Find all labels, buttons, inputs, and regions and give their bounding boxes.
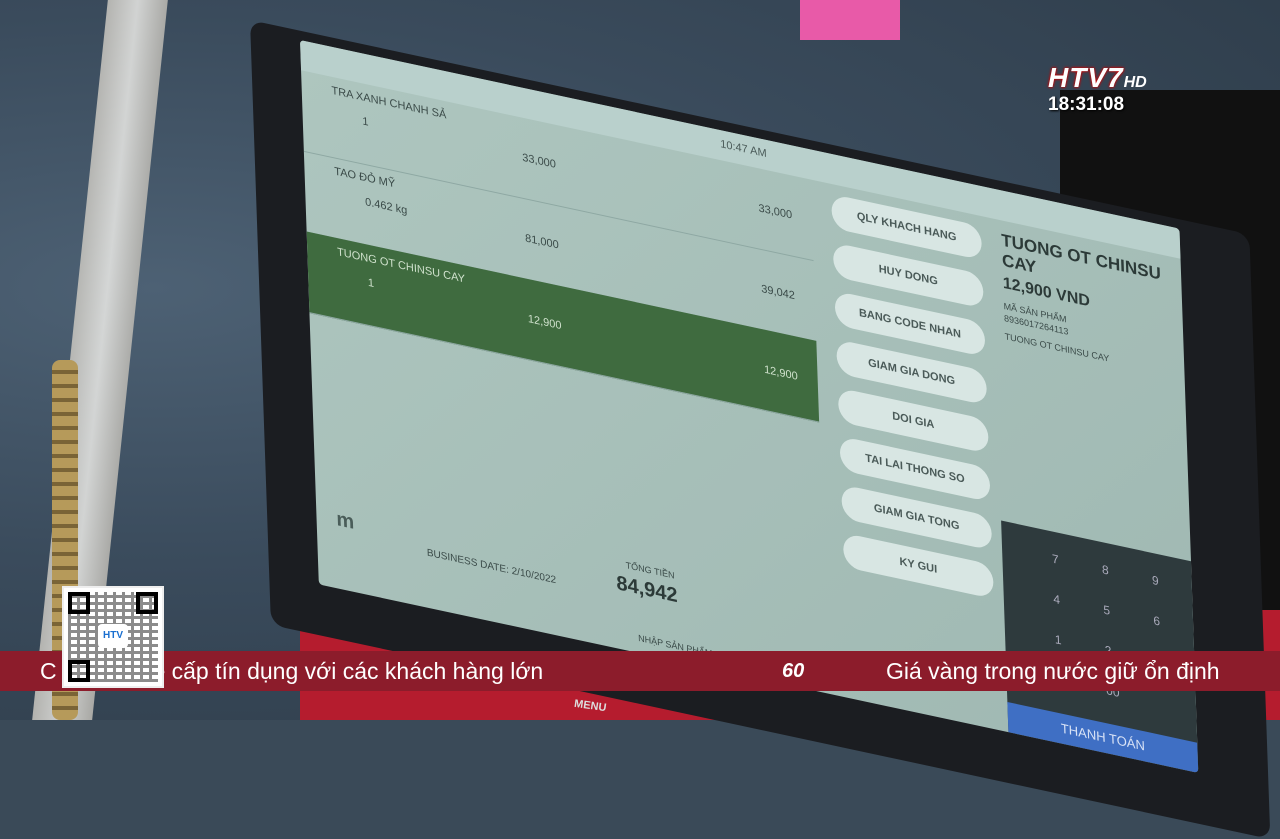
- key[interactable]: 4: [1053, 592, 1060, 608]
- ticker-headline: Giá vàng trong nước giữ ổn định: [886, 658, 1220, 684]
- key[interactable]: 7: [1052, 551, 1059, 567]
- store-logo: m: [336, 508, 355, 534]
- ticker-separator-logo: 60: [782, 660, 805, 682]
- key[interactable]: 6: [1153, 613, 1160, 629]
- key[interactable]: 1: [1055, 632, 1062, 648]
- key[interactable]: 9: [1152, 573, 1159, 589]
- key[interactable]: 5: [1103, 602, 1110, 618]
- news-ticker: C c siết tỷ lệ cấp tín dụng với các khác…: [0, 651, 1280, 691]
- key[interactable]: 8: [1102, 562, 1109, 578]
- qr-logo: HTV: [98, 624, 128, 648]
- qr-code: HTV: [62, 586, 164, 688]
- background-object: [800, 0, 900, 40]
- broadcast-clock: 18:31:08: [1048, 94, 1125, 115]
- channel-logo: HTV7HD: [1048, 62, 1147, 93]
- business-date: BUSINESS DATE: 2/10/2022: [426, 547, 557, 587]
- screen-clock: 10:47 AM: [720, 138, 767, 161]
